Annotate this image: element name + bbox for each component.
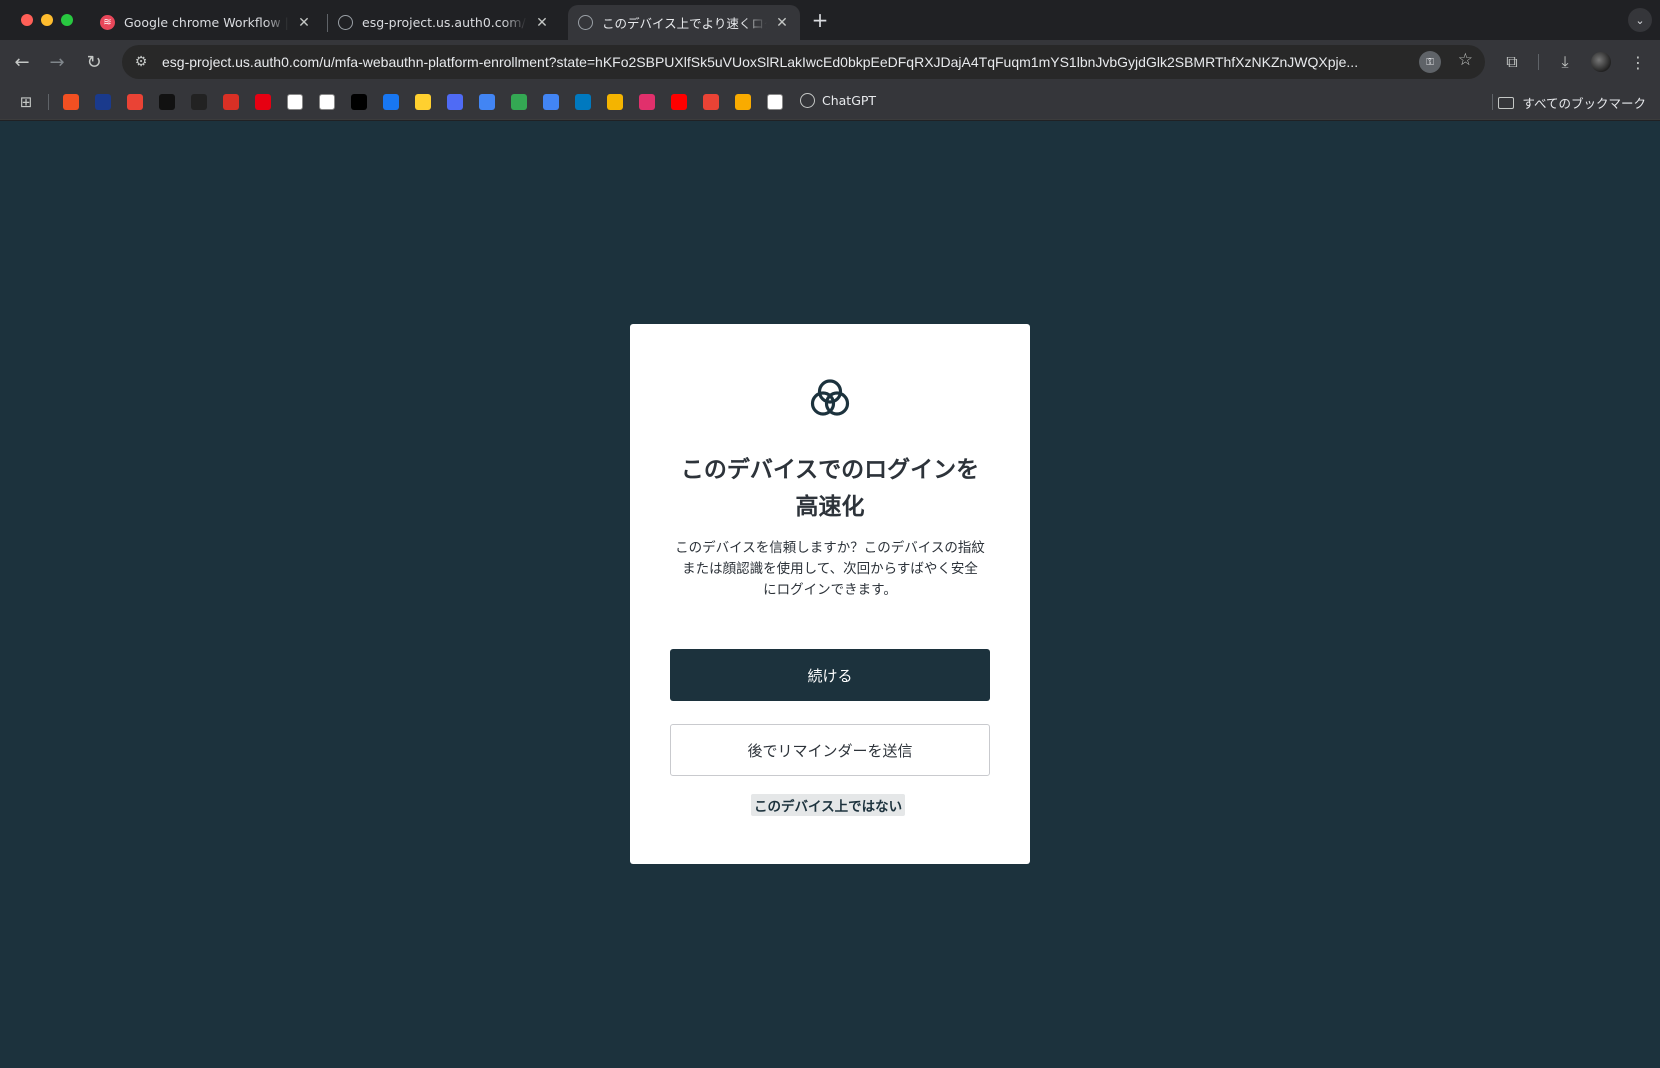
mountain-icon[interactable]: [767, 94, 783, 110]
microsoft-icon[interactable]: [63, 94, 79, 110]
workflow-favicon-icon: ≋: [100, 15, 115, 30]
description-text: このデバイスを信頼しますか？このデバイスの指紋 または顔認識を使用して、次回から…: [668, 538, 992, 601]
uniqlo-icon[interactable]: [255, 94, 271, 110]
minimize-window-button[interactable]: [41, 14, 53, 26]
back-arrow-icon[interactable]: ←: [10, 50, 34, 74]
reload-icon[interactable]: ↻: [82, 50, 106, 74]
download-icon[interactable]: ⤓: [1553, 50, 1577, 74]
page-background: このデバイスでのログインを 高速化 このデバイスを信頼しますか？このデバイスの指…: [0, 121, 1660, 1068]
more-menu-icon[interactable]: ⋮: [1626, 50, 1650, 74]
flame-icon[interactable]: [735, 94, 751, 110]
amazon-icon[interactable]: [287, 94, 303, 110]
login-card: このデバイスでのログインを 高速化 このデバイスを信頼しますか？このデバイスの指…: [630, 324, 1030, 864]
toolbar-divider: [1538, 54, 1539, 70]
x-icon[interactable]: [351, 94, 367, 110]
continue-button[interactable]: 続ける: [670, 649, 990, 701]
c-icon[interactable]: [447, 94, 463, 110]
close-tab-icon[interactable]: ✕: [297, 15, 311, 31]
chart-icon[interactable]: [607, 94, 623, 110]
close-tab-icon[interactable]: ✕: [535, 15, 549, 31]
description-line-3: にログインできます。: [763, 582, 897, 598]
trinity-knot-logo-icon: [810, 379, 850, 416]
browser-toolbar: ← → ↻ ⚙ esg-project.us.auth0.com/u/mfa-w…: [0, 40, 1660, 84]
brand-icon[interactable]: [223, 94, 239, 110]
bookmarks-bar: ⊞ ChatGPT すべてのブックマーク: [0, 84, 1660, 120]
plus-icon[interactable]: +: [810, 8, 830, 32]
description-line-1: このデバイスを信頼しますか？このデバイスの指紋: [675, 540, 985, 556]
all-bookmarks-button[interactable]: すべてのブックマーク: [1498, 93, 1646, 112]
address-bar[interactable]: ⚙ esg-project.us.auth0.com/u/mfa-webauth…: [122, 45, 1485, 79]
youtube-icon[interactable]: [671, 94, 687, 110]
zozo-icon[interactable]: [159, 94, 175, 110]
globe-icon: [578, 15, 593, 30]
url-text[interactable]: esg-project.us.auth0.com/u/mfa-webauthn-…: [162, 54, 1412, 70]
tab-workflow[interactable]: ≋ Google chrome Workflow | Sc ✕: [90, 5, 322, 40]
forward-arrow-icon[interactable]: →: [45, 50, 69, 74]
green-icon[interactable]: [511, 94, 527, 110]
folder-icon: [1498, 96, 1515, 109]
title-line-1: このデバイスでのログインを: [680, 457, 980, 483]
bookmarks-divider: [1492, 94, 1493, 110]
tab-title: esg-project.us.auth0.com/u/r: [362, 15, 527, 30]
miro-icon[interactable]: [415, 94, 431, 110]
globe-icon: [338, 15, 353, 30]
m-icon[interactable]: [191, 94, 207, 110]
close-tab-icon[interactable]: ✕: [775, 15, 789, 31]
profile-avatar[interactable]: [1591, 52, 1611, 72]
tab-auth0[interactable]: esg-project.us.auth0.com/u/r ✕: [328, 5, 560, 40]
tab-login-speedup[interactable]: このデバイス上でより速くログイン ✕: [568, 5, 800, 40]
grid-color-icon[interactable]: [703, 94, 719, 110]
close-window-button[interactable]: [21, 14, 33, 26]
site-settings-icon[interactable]: ⚙: [126, 47, 156, 77]
facebook-icon[interactable]: [383, 94, 399, 110]
tab-title: このデバイス上でより速くログイン: [602, 16, 767, 31]
password-key-icon[interactable]: ⚿: [1419, 51, 1441, 73]
rakuten-icon[interactable]: [319, 94, 335, 110]
bookmark-label: ChatGPT: [822, 93, 877, 108]
tab-strip: ≋ Google chrome Workflow | Sc ✕ esg-proj…: [0, 0, 1660, 40]
not-this-device-link[interactable]: このデバイス上ではない: [751, 794, 906, 816]
bookmarks-divider: [48, 94, 49, 110]
bookmark-chatgpt[interactable]: ChatGPT: [800, 93, 876, 108]
maximize-window-button[interactable]: [61, 14, 73, 26]
apps-grid-icon[interactable]: ⊞: [17, 93, 35, 111]
circle-icon[interactable]: [95, 94, 111, 110]
title-line-2: 高速化: [795, 494, 865, 520]
arrow-icon[interactable]: [479, 94, 495, 110]
page-title: このデバイスでのログインを 高速化: [650, 452, 1010, 526]
trello-icon[interactable]: [575, 94, 591, 110]
gmail-icon[interactable]: [127, 94, 143, 110]
description-line-2: または顔認識を使用して、次回からすばやく安全: [682, 561, 978, 577]
all-bookmarks-label: すべてのブックマーク: [1522, 96, 1646, 111]
extensions-puzzle-icon[interactable]: ⧉: [1500, 50, 1524, 74]
tab-title: Google chrome Workflow | Sc: [124, 15, 289, 30]
bookmark-star-icon[interactable]: ☆: [1458, 50, 1473, 70]
remind-later-button[interactable]: 後でリマインダーを送信: [670, 724, 990, 776]
instagram-icon[interactable]: [639, 94, 655, 110]
globe-blue-icon[interactable]: [543, 94, 559, 110]
chatgpt-icon: [800, 93, 815, 108]
tab-search-chevron-icon[interactable]: ⌄: [1628, 8, 1652, 32]
